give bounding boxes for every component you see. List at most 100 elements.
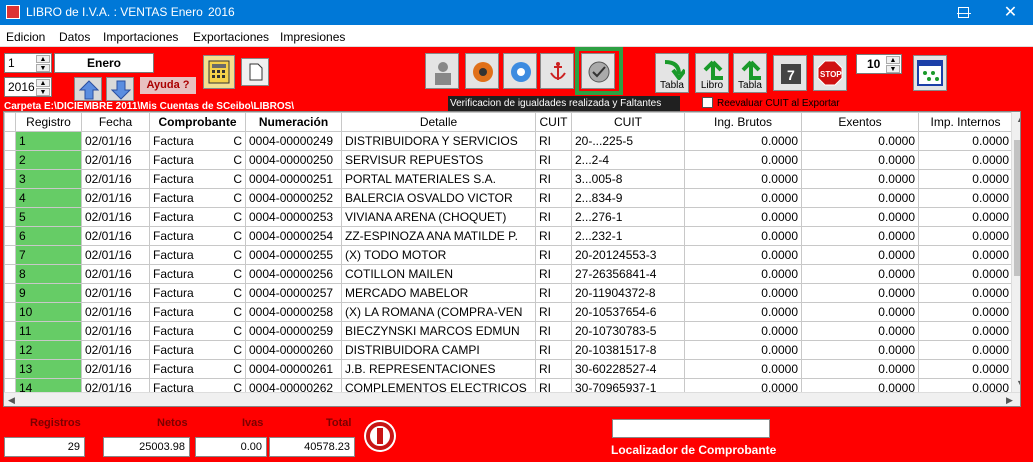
cell-ing-brutos[interactable]: 0.0000	[684, 131, 802, 151]
cell-numeracion[interactable]: 0004-00000259	[245, 321, 342, 341]
previous-month-button[interactable]	[74, 77, 102, 101]
cell-imp-internos[interactable]: 0.0000	[918, 321, 1013, 341]
cell-registro[interactable]: 11	[15, 321, 82, 341]
cell-cuit[interactable]: 2...232-1	[571, 226, 685, 246]
row-indicator[interactable]	[4, 359, 16, 379]
anchor-button[interactable]	[540, 53, 574, 89]
cell-exentos[interactable]: 0.0000	[801, 264, 919, 284]
cell-registro[interactable]: 12	[15, 340, 82, 360]
cell-detalle[interactable]: J.B. REPRESENTACIONES	[341, 359, 536, 379]
cell-detalle[interactable]: MERCADO MABELOR	[341, 283, 536, 303]
cell-ing-brutos[interactable]: 0.0000	[684, 321, 802, 341]
cell-condicion[interactable]: RI	[535, 169, 572, 189]
settings-blue-button[interactable]	[503, 53, 537, 89]
cell-cuit[interactable]: 20-20124553-3	[571, 245, 685, 265]
cell-registro[interactable]: 5	[15, 207, 82, 227]
cell-cuit[interactable]: 20-10730783-5	[571, 321, 685, 341]
cell-comprobante[interactable]: Factura C	[149, 321, 246, 341]
row-indicator[interactable]	[4, 226, 16, 246]
scroll-down-icon[interactable]: ▼	[1016, 378, 1020, 388]
cell-cuit[interactable]: 2...2-4	[571, 150, 685, 170]
page-size-spinner[interactable]: 10 ▲ ▼	[856, 54, 902, 74]
cell-detalle[interactable]: ZZ-ESPINOZA ANA MATILDE P.	[341, 226, 536, 246]
next-month-button[interactable]	[106, 77, 134, 101]
cell-cuit[interactable]: 27-26356841-4	[571, 264, 685, 284]
cell-registro[interactable]: 9	[15, 283, 82, 303]
window-grid-button[interactable]	[913, 55, 947, 91]
cell-detalle[interactable]: VIVIANA ARENA (CHOQUET)	[341, 207, 536, 227]
cell-exentos[interactable]: 0.0000	[801, 207, 919, 227]
cell-numeracion[interactable]: 0004-00000254	[245, 226, 342, 246]
cell-imp-internos[interactable]: 0.0000	[918, 245, 1013, 265]
cell-condicion[interactable]: RI	[535, 302, 572, 322]
cell-cuit[interactable]: 3...005-8	[571, 169, 685, 189]
row-indicator[interactable]	[4, 131, 16, 151]
cell-ing-brutos[interactable]: 0.0000	[684, 150, 802, 170]
cell-comprobante[interactable]: Factura C	[149, 283, 246, 303]
user-button[interactable]	[425, 53, 459, 89]
cell-comprobante[interactable]: Factura C	[149, 245, 246, 265]
cell-condicion[interactable]: RI	[535, 150, 572, 170]
cell-numeracion[interactable]: 0004-00000257	[245, 283, 342, 303]
cell-registro[interactable]: 7	[15, 245, 82, 265]
cell-registro[interactable]: 13	[15, 359, 82, 379]
cell-numeracion[interactable]: 0004-00000255	[245, 245, 342, 265]
calculator-button[interactable]	[203, 55, 235, 89]
table-row[interactable]: 3 02/01/16 Factura C 0004-00000251 PORTAL MAT…	[4, 169, 1013, 189]
cell-exentos[interactable]: 0.0000	[801, 245, 919, 265]
cell-cuit[interactable]: 20-10537654-6	[571, 302, 685, 322]
tabla-in-button[interactable]: Tabla	[655, 53, 689, 93]
libro-button[interactable]: Libro	[695, 53, 729, 93]
spin-down-icon[interactable]: ▼	[36, 88, 50, 96]
cell-condicion[interactable]: RI	[535, 245, 572, 265]
cell-cuit[interactable]: 2...276-1	[571, 207, 685, 227]
cell-condicion[interactable]: RI	[535, 188, 572, 208]
row-indicator[interactable]	[4, 207, 16, 227]
cell-registro[interactable]: 2	[15, 150, 82, 170]
month-number-spinner[interactable]: 1 ▲ ▼	[4, 53, 52, 73]
row-indicator[interactable]	[4, 169, 16, 189]
tabla-out-button[interactable]: Tabla	[733, 53, 767, 93]
cell-fecha[interactable]: 02/01/16	[81, 188, 150, 208]
cell-numeracion[interactable]: 0004-00000251	[245, 169, 342, 189]
menu-importaciones[interactable]: Importaciones	[103, 30, 178, 44]
scroll-left-icon[interactable]: ◀	[8, 395, 15, 406]
row-indicator[interactable]	[4, 188, 16, 208]
cell-imp-internos[interactable]: 0.0000	[918, 264, 1013, 284]
cell-fecha[interactable]: 02/01/16	[81, 226, 150, 246]
cell-ing-brutos[interactable]: 0.0000	[684, 302, 802, 322]
cell-exentos[interactable]: 0.0000	[801, 150, 919, 170]
col-exentos[interactable]: Exentos	[801, 112, 919, 132]
new-document-button[interactable]	[241, 58, 269, 86]
menu-datos[interactable]: Datos	[59, 30, 90, 44]
cell-imp-internos[interactable]: 0.0000	[918, 131, 1013, 151]
cell-ing-brutos[interactable]: 0.0000	[684, 188, 802, 208]
invoice-grid[interactable]: Registro Fecha Comprobante Numeración De…	[3, 111, 1021, 407]
row-indicator[interactable]	[4, 150, 16, 170]
cell-exentos[interactable]: 0.0000	[801, 340, 919, 360]
cell-detalle[interactable]: BIECZYNSKI MARCOS EDMUN	[341, 321, 536, 341]
cell-fecha[interactable]: 02/01/16	[81, 283, 150, 303]
month-name-field[interactable]: Enero	[54, 53, 154, 73]
cell-comprobante[interactable]: Factura C	[149, 131, 246, 151]
cell-cuit[interactable]: 20-11904372-8	[571, 283, 685, 303]
cell-exentos[interactable]: 0.0000	[801, 359, 919, 379]
locator-input[interactable]	[612, 419, 770, 438]
table-row[interactable]: 6 02/01/16 Factura C 0004-00000254 ZZ-ESPINOZ…	[4, 226, 1013, 246]
menu-exportaciones[interactable]: Exportaciones	[193, 30, 269, 44]
table-row[interactable]: 10 02/01/16 Factura C 0004-00000258 (X) LA RO…	[4, 302, 1013, 322]
cell-detalle[interactable]: BALERCIA OSVALDO VICTOR	[341, 188, 536, 208]
cell-cuit[interactable]: 30-60228527-4	[571, 359, 685, 379]
cell-exentos[interactable]: 0.0000	[801, 226, 919, 246]
cell-numeracion[interactable]: 0004-00000249	[245, 131, 342, 151]
cell-numeracion[interactable]: 0004-00000258	[245, 302, 342, 322]
cell-detalle[interactable]: (X) LA ROMANA (COMPRA-VEN	[341, 302, 536, 322]
col-detalle[interactable]: Detalle	[341, 112, 536, 132]
cell-fecha[interactable]: 02/01/16	[81, 359, 150, 379]
cell-comprobante[interactable]: Factura C	[149, 226, 246, 246]
cell-exentos[interactable]: 0.0000	[801, 131, 919, 151]
cell-condicion[interactable]: RI	[535, 283, 572, 303]
cell-cuit[interactable]: 2...834-9	[571, 188, 685, 208]
cell-numeracion[interactable]: 0004-00000252	[245, 188, 342, 208]
cell-ing-brutos[interactable]: 0.0000	[684, 226, 802, 246]
